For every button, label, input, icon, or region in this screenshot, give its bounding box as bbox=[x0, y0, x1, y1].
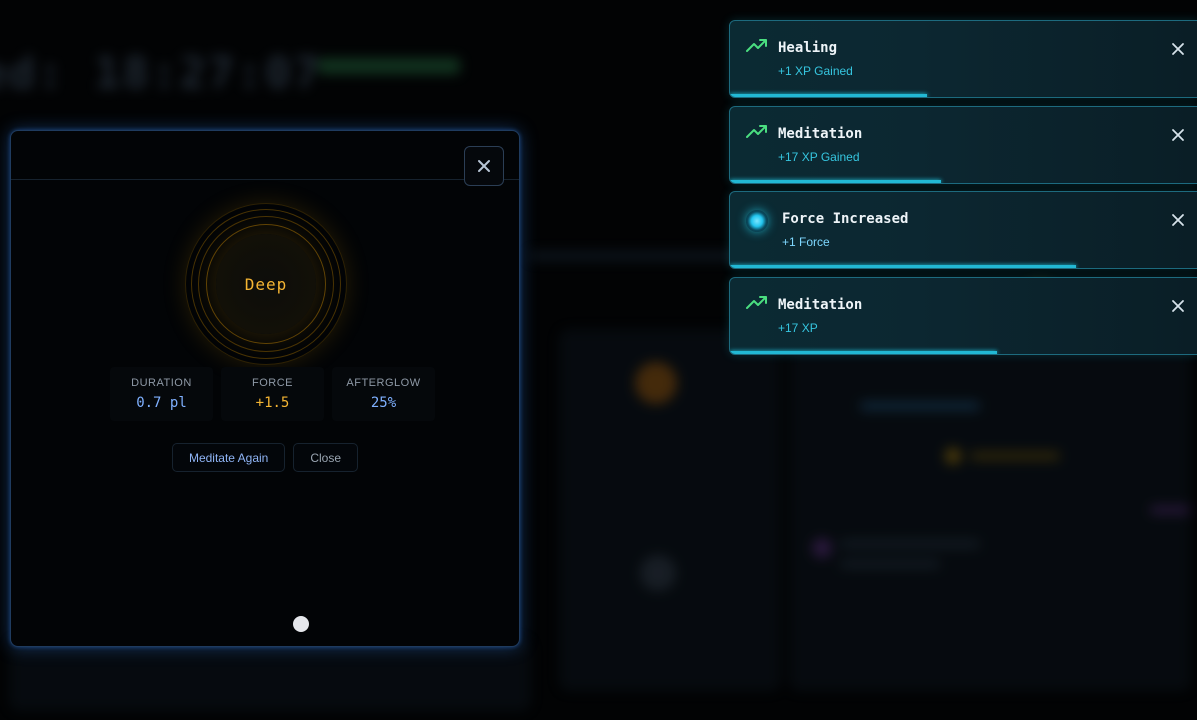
background-panel bbox=[10, 640, 530, 710]
stat-force: FORCE +1.5 bbox=[221, 367, 324, 421]
stat-value: 0.7 pl bbox=[136, 395, 187, 411]
orb-label: Deep bbox=[244, 274, 288, 294]
close-icon[interactable] bbox=[1170, 212, 1186, 228]
toast-notification: Force Increased +1 Force bbox=[729, 191, 1197, 269]
stat-label: AFTERGLOW bbox=[346, 377, 421, 389]
stat-afterglow: AFTERGLOW 25% bbox=[332, 367, 435, 421]
toast-title: Meditation bbox=[778, 297, 863, 313]
trending-up-icon bbox=[746, 39, 767, 52]
stat-label: FORCE bbox=[252, 377, 293, 389]
close-button[interactable]: Close bbox=[293, 443, 359, 472]
meditation-result-modal: Deep DURATION 0.7 pl FORCE +1.5 AFTERGLO… bbox=[10, 130, 520, 647]
toast-subtitle: +1 XP Gained bbox=[778, 64, 853, 78]
force-orb-icon bbox=[746, 210, 768, 232]
background-panel bbox=[560, 330, 780, 690]
meditation-depth-orb: Deep bbox=[185, 203, 347, 365]
orb-core: Deep bbox=[216, 234, 316, 334]
background-line bbox=[970, 452, 1060, 460]
modal-actions: Meditate Again Close bbox=[11, 443, 519, 472]
close-icon[interactable] bbox=[1170, 41, 1186, 57]
background-line bbox=[1150, 506, 1190, 514]
toast-progress-bar bbox=[730, 351, 997, 354]
pager-dot[interactable] bbox=[293, 616, 309, 632]
background-panel bbox=[790, 330, 1190, 690]
toast-subtitle: +17 XP bbox=[778, 321, 818, 335]
stats-row: DURATION 0.7 pl FORCE +1.5 AFTERGLOW 25% bbox=[110, 367, 435, 421]
toast-title: Force Increased bbox=[782, 211, 909, 227]
toast-subtitle: +1 Force bbox=[782, 235, 830, 249]
close-icon[interactable] bbox=[1170, 127, 1186, 143]
trending-up-icon bbox=[746, 296, 767, 309]
toast-title: Meditation bbox=[778, 126, 863, 142]
background-badge bbox=[318, 58, 460, 74]
stat-label: DURATION bbox=[131, 377, 192, 389]
toast-progress-bar bbox=[730, 265, 1077, 268]
background-orb bbox=[812, 538, 832, 558]
stat-duration: DURATION 0.7 pl bbox=[110, 367, 213, 421]
stat-value: 25% bbox=[370, 395, 397, 411]
toast-notification: Meditation +17 XP Gained bbox=[729, 106, 1197, 184]
toast-subtitle: +17 XP Gained bbox=[778, 150, 860, 164]
toast-notification: Meditation +17 XP bbox=[729, 277, 1197, 355]
close-icon bbox=[478, 160, 490, 172]
toast-notification: Healing +1 XP Gained bbox=[729, 20, 1197, 98]
toast-progress-bar bbox=[730, 180, 941, 183]
modal-close-button[interactable] bbox=[464, 146, 504, 186]
toast-title: Healing bbox=[778, 40, 838, 56]
toast-progress-bar bbox=[730, 94, 927, 97]
background-orb bbox=[640, 555, 676, 591]
background-title: ed: 18:27:07 bbox=[0, 48, 322, 99]
background-line bbox=[840, 560, 940, 568]
meditate-again-button[interactable]: Meditate Again bbox=[171, 443, 286, 472]
close-icon[interactable] bbox=[1170, 298, 1186, 314]
background-line bbox=[840, 540, 980, 548]
background-line bbox=[530, 252, 760, 260]
background-line bbox=[860, 402, 980, 410]
stat-value: +1.5 bbox=[255, 395, 290, 411]
background-orb bbox=[945, 448, 961, 464]
background-orb bbox=[635, 362, 677, 404]
trending-up-icon bbox=[746, 125, 767, 138]
modal-header bbox=[11, 131, 519, 186]
